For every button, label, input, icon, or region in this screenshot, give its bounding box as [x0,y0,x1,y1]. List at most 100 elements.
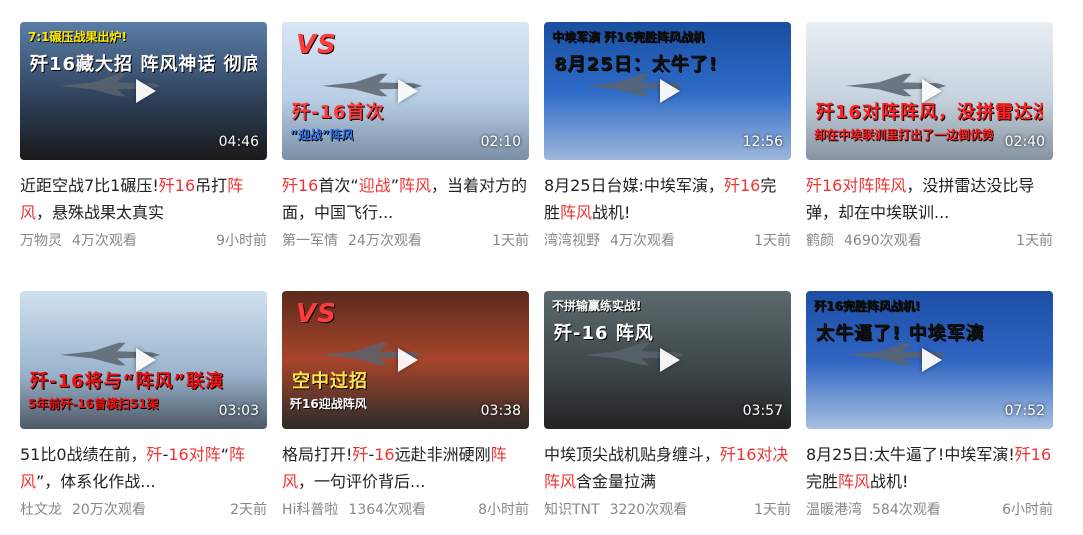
channel-name[interactable]: 万物灵 [20,233,62,249]
video-thumbnail[interactable]: 5年前歼-16曾横扫51架 歼-16将与“阵风”联演 03:03 [20,291,267,429]
title-text: 中埃顶尖战机贴身缠斗， [544,445,721,464]
video-meta: Hi科普啦 1364次观看 8小时前 [282,499,529,519]
view-count: 1364次观看 [348,502,427,518]
thumbnail-caption: 歼-16 阵风 [554,323,654,344]
title-text: 吊打 [195,176,228,195]
view-count: 20万次观看 [72,502,146,518]
video-thumbnail[interactable]: 歼16完胜阵风战机! 太牛逼了! 中埃军演 07:52 [806,291,1053,429]
view-count: 24万次观看 [348,233,422,249]
thumbnail-caption-small: 歼16迎战阵风 [290,397,367,411]
title-text: 近距空战7比1碾压! [20,176,159,195]
thumbnail-caption: 歼-16将与“阵风”联演 [30,371,225,392]
video-thumbnail[interactable]: 7:1碾压战果出炉! 歼16藏大招 阵风神话 彻底被撕碎 04:46 [20,22,267,160]
title-text: 含金量拉满 [576,472,657,491]
video-meta: 温暖港湾 584次观看 6小时前 [806,499,1053,519]
title-text: 战机! [870,472,909,491]
title-keyword-highlight: 迎战 [358,176,391,195]
publish-time: 8小时前 [478,502,529,518]
channel-name[interactable]: 鹤颜 [806,233,834,249]
play-icon[interactable] [135,79,156,103]
title-text: 首次“ [318,176,359,195]
view-count: 4690次观看 [844,233,922,249]
thumbnail-caption-small: 不拼输赢练实战! [552,299,642,313]
thumbnail-caption-small: 7:1碾压战果出炉! [28,30,127,44]
channel-name[interactable]: 湾湾视野 [544,233,600,249]
thumbnail-caption-small: 歼16完胜阵风战机! [814,299,921,313]
channel-name[interactable]: 杜文龙 [20,502,62,518]
vs-badge: VS [296,30,337,60]
thumbnail-caption-small: “迎战”阵风 [290,128,354,142]
play-icon[interactable] [135,348,156,372]
title-keyword-highlight: 16 [374,445,395,464]
video-thumbnail[interactable]: 歼16迎战阵风 空中过招 VS 03:38 [282,291,529,429]
thumbnail-caption: 空中过招 [292,371,368,392]
play-icon[interactable] [921,348,942,372]
video-meta: 湾湾视野 4万次观看 1天前 [544,230,791,250]
video-title[interactable]: 中埃顶尖战机贴身缠斗，歼16对决阵风含金量拉满 [544,441,791,495]
video-thumbnail[interactable]: 却在中埃联训里打出了一边倒优势歼16对阵阵风，没拼雷达没比导弹02:40 [806,22,1053,160]
title-keyword-highlight: 阵风 [560,203,593,222]
play-icon[interactable] [659,348,680,372]
title-keyword-highlight: 歼16 [282,176,319,195]
channel-name[interactable]: Hi科普啦 [282,502,338,518]
video-card[interactable]: 中埃军演 歼16完胜阵风战机 8月25日：太牛了! 12:56 8月25日台媒:中埃军… [544,22,791,250]
video-title[interactable]: 8月25日:太牛逼了!中埃军演!歼16 完胜阵风战机! [806,441,1053,495]
publish-time: 6小时前 [1002,502,1053,518]
view-count: 4万次观看 [72,233,137,249]
vs-badge: VS [296,299,337,329]
thumbnail-caption-small: 中埃军演 歼16完胜阵风战机 [552,30,705,44]
thumbnail-caption: 太牛逼了! 中埃军演 [816,323,985,344]
channel-name[interactable]: 第一军情 [282,233,338,249]
title-keyword-highlight: 阵风 [398,176,431,195]
publish-time: 1天前 [754,233,791,249]
video-card[interactable]: 不拼输赢练实战! 歼-16 阵风 03:57 中埃顶尖战机贴身缠斗，歼16对决阵风含金… [544,291,791,519]
title-text: 格局打开! [282,445,353,464]
video-title[interactable]: 8月25日台媒:中埃军演，歼16完胜阵风战机! [544,172,791,226]
title-text: 战机! [592,203,631,222]
title-keyword-highlight: 歼 [352,445,369,464]
thumbnail-caption-small: 5年前歼-16曾横扫51架 [28,397,159,411]
title-keyword-highlight: 16对阵 [168,445,221,464]
video-duration: 03:57 [742,403,783,419]
publish-time: 2天前 [230,502,267,518]
video-title[interactable]: 近距空战7比1碾压!歼16吊打阵风，悬殊战果太真实 [20,172,267,226]
video-card[interactable]: “迎战”阵风 歼-16首次 VS 02:10 歼16首次“迎战”阵风，当着对方的面，中国… [282,22,529,250]
publish-time: 1天前 [492,233,529,249]
video-title[interactable]: 歼16对阵阵风，没拼雷达没比导弹，却在中埃联训... [806,172,1053,226]
thumbnail-caption-small: 却在中埃联训里打出了一边倒优势 [814,128,995,142]
thumbnail-caption: 歼-16首次 [292,102,385,123]
channel-name[interactable]: 温暖港湾 [806,502,862,518]
channel-name[interactable]: 知识TNT [544,502,600,518]
play-icon[interactable] [397,348,418,372]
video-thumbnail[interactable]: “迎战”阵风 歼-16首次 VS 02:10 [282,22,529,160]
video-card[interactable]: 歼16迎战阵风 空中过招 VS 03:38 格局打开!歼-16远赴非洲硬刚阵风，一句评价… [282,291,529,519]
title-text: ，悬殊战果太真实 [36,203,165,222]
video-card[interactable]: 7:1碾压战果出炉! 歼16藏大招 阵风神话 彻底被撕碎 04:46 近距空战7比1碾… [20,22,267,250]
video-thumbnail[interactable]: 中埃军演 歼16完胜阵风战机 8月25日：太牛了! 12:56 [544,22,791,160]
view-count: 3220次观看 [609,502,688,518]
video-title[interactable]: 歼16首次“迎战”阵风，当着对方的面，中国飞行... [282,172,529,226]
video-duration: 03:38 [480,403,521,419]
video-meta: 杜文龙 20万次观看 2天前 [20,499,267,519]
title-keyword-highlight: 歼16对阵阵风 [806,176,907,195]
publish-time: 1天前 [1016,233,1053,249]
video-title[interactable]: 51比0战绩在前，歼-16对阵“阵风”，体系化作战... [20,441,267,495]
video-thumbnail[interactable]: 不拼输赢练实战! 歼-16 阵风 03:57 [544,291,791,429]
video-duration: 02:10 [480,134,521,150]
title-text: 远赴非洲硬刚 [394,445,491,464]
video-duration: 03:03 [218,403,259,419]
video-duration: 04:46 [218,134,259,150]
publish-time: 1天前 [754,502,791,518]
video-grid: 7:1碾压战果出炉! 歼16藏大招 阵风神话 彻底被撕碎 04:46 近距空战7比1碾… [0,0,1083,535]
video-title[interactable]: 格局打开!歼-16远赴非洲硬刚阵风，一句评价背后... [282,441,529,495]
play-icon[interactable] [397,79,418,103]
title-keyword-highlight: 阵风 [838,472,871,491]
video-duration: 07:52 [1004,403,1045,419]
video-card[interactable]: 5年前歼-16曾横扫51架 歼-16将与“阵风”联演 03:03 51比0战绩在前，歼… [20,291,267,519]
play-icon[interactable] [921,79,942,103]
play-icon[interactable] [659,79,680,103]
title-keyword-highlight: 歼 [146,445,163,464]
video-card[interactable]: 却在中埃联训里打出了一边倒优势歼16对阵阵风，没拼雷达没比导弹02:40 歼16对… [806,22,1053,250]
video-card[interactable]: 歼16完胜阵风战机! 太牛逼了! 中埃军演 07:52 8月25日:太牛逼了!中埃军演… [806,291,1053,519]
thumbnail-caption: 歼16藏大招 阵风神话 彻底被撕碎 [30,54,257,75]
